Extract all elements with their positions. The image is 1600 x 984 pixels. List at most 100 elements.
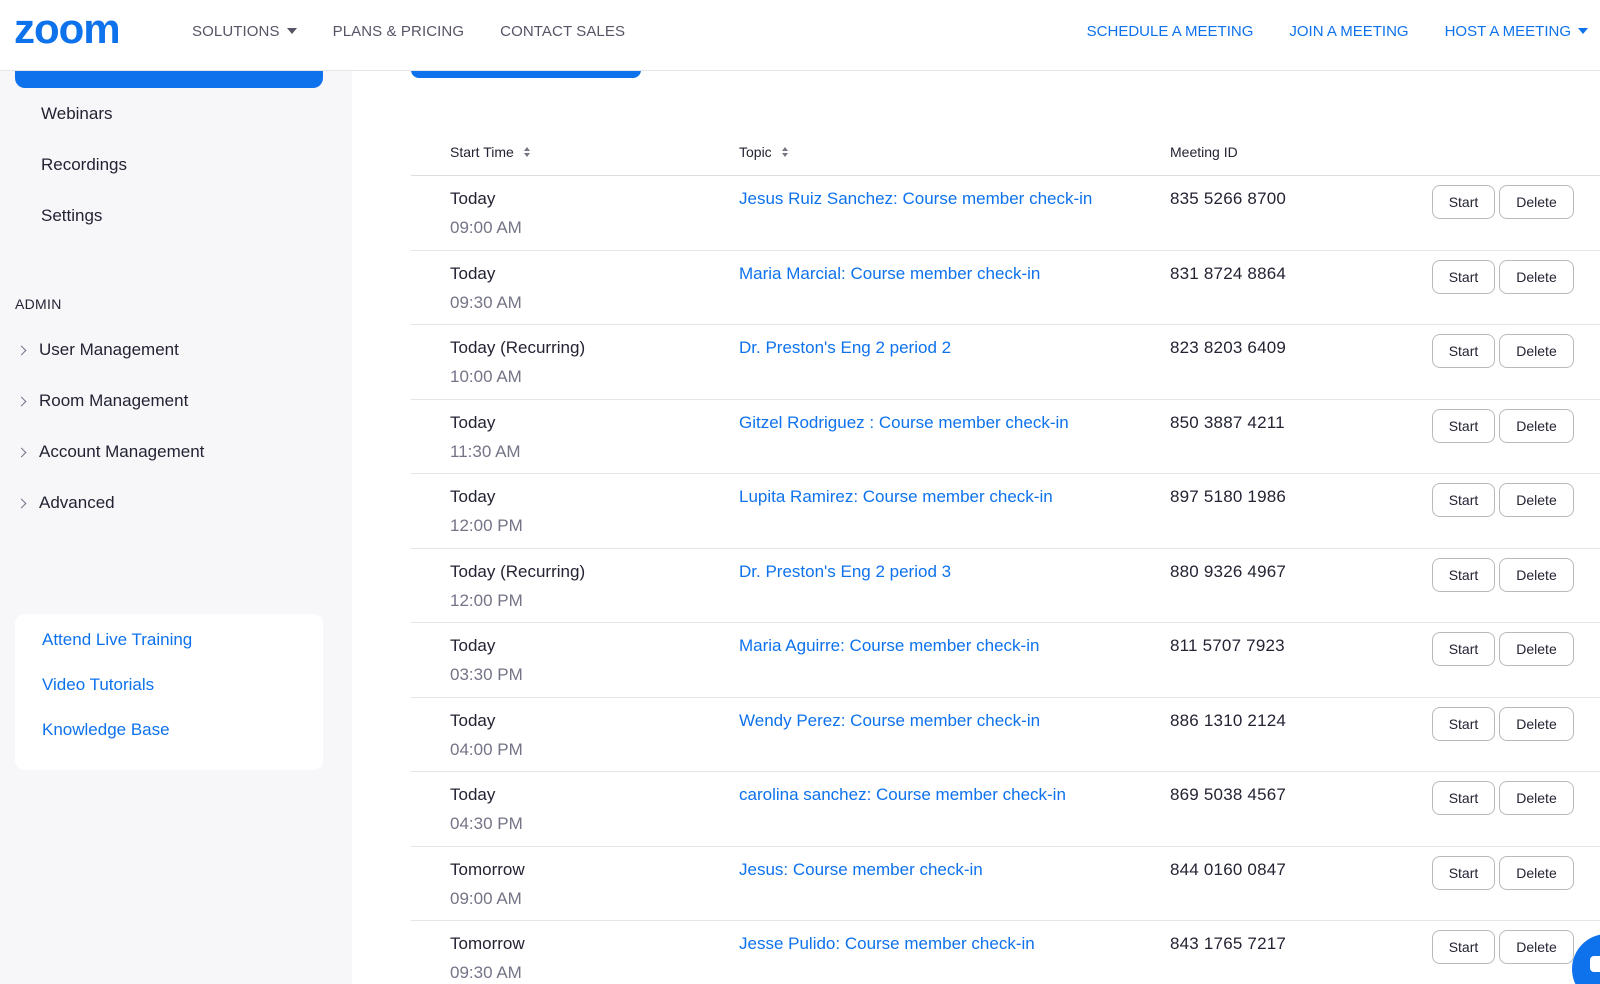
sidebar-item-advanced[interactable]: Advanced <box>16 493 115 513</box>
schedule-meeting-link[interactable]: SCHEDULE A MEETING <box>1087 23 1254 40</box>
delete-button[interactable]: Delete <box>1499 930 1574 964</box>
delete-button[interactable]: Delete <box>1499 557 1574 592</box>
meeting-topic-link[interactable]: Jesus Ruiz Sanchez: Course member check-… <box>739 189 1092 209</box>
zoom-logo-mark: zoom <box>14 5 121 52</box>
sort-icon[interactable] <box>781 147 788 157</box>
start-button[interactable]: Start <box>1432 185 1495 219</box>
sidebar-item-room-management[interactable]: Room Management <box>16 391 188 411</box>
chevron-down-icon <box>1578 28 1588 34</box>
start-button[interactable]: Start <box>1432 855 1495 890</box>
meeting-topic-link[interactable]: Lupita Ramirez: Course member check-in <box>739 487 1053 507</box>
start-button[interactable]: Start <box>1432 408 1495 443</box>
chevron-right-icon <box>16 345 27 355</box>
meeting-topic-link[interactable]: Wendy Perez: Course member check-in <box>739 711 1040 731</box>
meeting-time: 09:00 AM <box>450 218 522 237</box>
meeting-topic-link[interactable]: Maria Aguirre: Course member check-in <box>739 636 1039 656</box>
meeting-id: 897 5180 1986 <box>1170 487 1287 506</box>
meeting-time: 09:00 AM <box>450 888 522 908</box>
join-meeting-link[interactable]: JOIN A MEETING <box>1289 23 1408 40</box>
start-button[interactable]: Start <box>1432 557 1495 592</box>
meeting-topic-link[interactable]: Maria Marcial: Course member check-in <box>739 264 1040 284</box>
knowledge-base-link[interactable]: Knowledge Base <box>42 720 170 740</box>
delete-button[interactable]: Delete <box>1499 334 1574 368</box>
table-row: Today 04:00 PM Wendy Perez: Course member … <box>411 698 1600 772</box>
help-card: Attend Live Training Video Tutorials Kno… <box>15 614 323 770</box>
column-header-label: Start Time <box>450 144 514 160</box>
meeting-topic-link[interactable]: Jesus: Course member check-in <box>739 860 983 880</box>
chevron-right-icon <box>16 396 27 406</box>
table-row: Today 09:30 AM Maria Marcial: Course membe… <box>411 251 1600 325</box>
start-button[interactable]: Start <box>1432 632 1495 666</box>
meeting-time: 12:00 PM <box>450 516 523 535</box>
table-row: Today 04:30 PM carolina sanchez: Course me… <box>411 772 1600 847</box>
delete-button[interactable]: Delete <box>1499 632 1574 666</box>
table-row: Today 12:00 PM Lupita Ramirez: Course memb… <box>411 474 1600 549</box>
host-meeting-menu[interactable]: HOST A MEETING <box>1445 23 1588 40</box>
table-row: Tomorrow 09:30 AM Jesse Pulido: Course mem… <box>411 921 1600 984</box>
sidebar: Webinars Recordings Settings ADMIN User … <box>0 0 352 984</box>
sidebar-item-account-management[interactable]: Account Management <box>16 442 204 462</box>
zoom-logo[interactable]: zoom <box>14 5 150 53</box>
table-row: Tomorrow 09:00 AM Jesus: Course member che… <box>411 847 1600 921</box>
meeting-date: Today <box>450 785 496 804</box>
nav-label: SOLUTIONS <box>192 22 280 40</box>
meeting-time: 10:00 AM <box>450 367 522 386</box>
plans-pricing-link[interactable]: PLANS & PRICING <box>333 23 465 40</box>
sidebar-item-webinars[interactable]: Webinars <box>41 104 113 124</box>
meeting-date: Today <box>450 189 496 208</box>
sidebar-item-settings[interactable]: Settings <box>41 206 102 226</box>
sidebar-item-recordings[interactable]: Recordings <box>41 155 127 175</box>
nav-label: CONTACT SALES <box>500 22 626 40</box>
meeting-date: Today <box>450 710 496 730</box>
start-button[interactable]: Start <box>1432 483 1495 517</box>
table-row: Today (Recurring) 10:00 AM Dr. Preston's E… <box>411 325 1600 400</box>
table-row: Today 09:00 AM Jesus Ruiz Sanchez: Course … <box>411 176 1600 251</box>
start-time-header[interactable]: Start Time <box>450 144 530 160</box>
column-header-label: Meeting ID <box>1170 144 1238 160</box>
meeting-date: Today <box>450 263 496 283</box>
meeting-id-header: Meeting ID <box>1170 144 1238 160</box>
meeting-time: 09:30 AM <box>450 963 522 982</box>
meeting-topic-link[interactable]: Dr. Preston's Eng 2 period 3 <box>739 562 951 582</box>
meeting-id: 811 5707 7923 <box>1170 636 1285 655</box>
meeting-id: 880 9326 4967 <box>1170 561 1287 581</box>
start-button[interactable]: Start <box>1432 259 1495 294</box>
delete-button[interactable]: Delete <box>1499 781 1574 815</box>
delete-button[interactable]: Delete <box>1499 706 1574 741</box>
delete-button[interactable]: Delete <box>1499 855 1574 890</box>
meeting-time: 03:30 PM <box>450 665 523 684</box>
chat-icon <box>1590 956 1600 972</box>
attend-live-training-link[interactable]: Attend Live Training <box>42 630 192 650</box>
chevron-right-icon <box>16 447 27 457</box>
delete-button[interactable]: Delete <box>1499 408 1574 443</box>
meeting-topic-link[interactable]: Jesse Pulido: Course member check-in <box>739 934 1035 954</box>
video-tutorials-link[interactable]: Video Tutorials <box>42 675 154 695</box>
chevron-right-icon <box>16 498 27 508</box>
admin-section-label: ADMIN <box>15 296 62 312</box>
topic-header[interactable]: Topic <box>739 144 788 160</box>
meeting-id: 823 8203 6409 <box>1170 338 1287 357</box>
sidebar-item-label: User Management <box>39 340 179 359</box>
sidebar-item-user-management[interactable]: User Management <box>16 340 179 360</box>
start-button[interactable]: Start <box>1432 781 1495 815</box>
meeting-topic-link[interactable]: Dr. Preston's Eng 2 period 2 <box>739 338 951 358</box>
meeting-topic-link[interactable]: carolina sanchez: Course member check-in <box>739 785 1066 805</box>
start-button[interactable]: Start <box>1432 334 1495 368</box>
column-header-label: Topic <box>739 144 772 160</box>
delete-button[interactable]: Delete <box>1499 483 1574 517</box>
start-button[interactable]: Start <box>1432 930 1495 964</box>
meeting-date: Today (Recurring) <box>450 338 586 357</box>
meeting-topic-link[interactable]: Gitzel Rodriguez : Course member check-i… <box>739 413 1069 433</box>
solutions-menu[interactable]: SOLUTIONS <box>192 23 297 40</box>
sort-icon[interactable] <box>523 147 530 157</box>
table-row: Today 11:30 AM Gitzel Rodriguez : Course m… <box>411 400 1600 474</box>
delete-button[interactable]: Delete <box>1499 185 1574 219</box>
table-header: Start Time Topic Meeting ID <box>411 127 1600 176</box>
meeting-id: 850 3887 4211 <box>1170 412 1285 432</box>
delete-button[interactable]: Delete <box>1499 259 1574 294</box>
meeting-time: 12:00 PM <box>450 590 523 610</box>
contact-sales-link[interactable]: CONTACT SALES <box>500 23 625 40</box>
meeting-id: 886 1310 2124 <box>1170 710 1287 730</box>
main-content: Start Time Topic Meeting ID Today 09:00 A… <box>352 0 1600 984</box>
start-button[interactable]: Start <box>1432 706 1495 741</box>
